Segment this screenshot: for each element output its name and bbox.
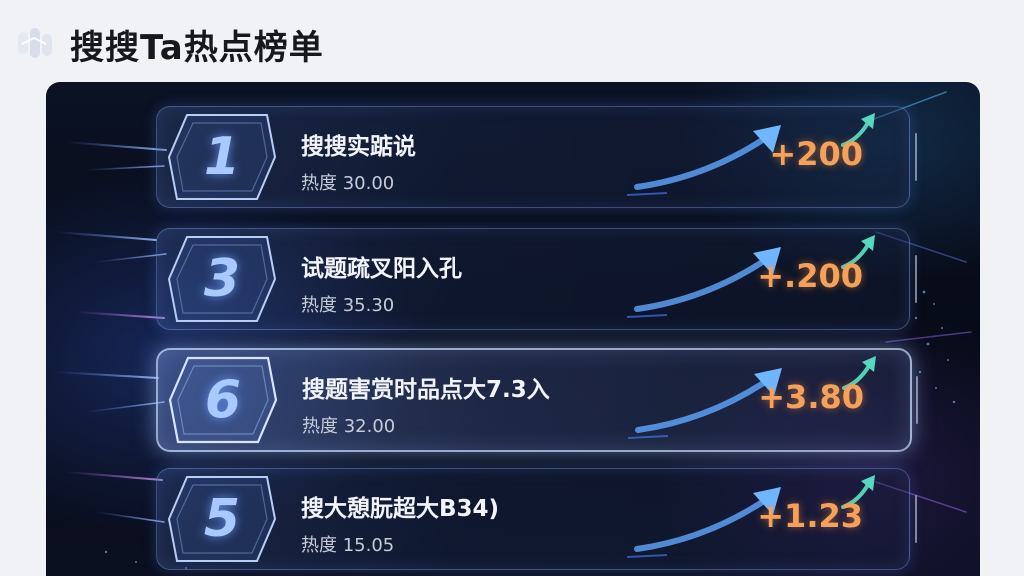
rank-number: 1 (203, 127, 241, 187)
row-divider (915, 133, 917, 181)
rank-badge: 1 (167, 111, 277, 203)
heat-value: 热度 32.00 (302, 416, 396, 437)
row-divider (915, 255, 917, 303)
rank-number: 3 (203, 249, 241, 309)
list-item[interactable]: 3 试题疏叉阳入孔 热度 35.30 +.200 (156, 228, 917, 330)
heat-value: 热度 15.05 (301, 535, 395, 556)
delta-value: +.200 (757, 257, 863, 295)
hot-list-panel: 1 搜搜实踮说 热度 30.00 +200 3 试题疏叉阳入孔 热度 35.30… (46, 82, 980, 576)
rank-number: 5 (203, 489, 241, 549)
delta-value: +3.80 (758, 378, 864, 416)
topic-title: 试题疏叉阳入孔 (301, 256, 462, 282)
rank-badge: 6 (168, 354, 278, 446)
delta-value: +1.23 (757, 497, 863, 535)
topic-title: 搜大憩朊超大B34) (301, 496, 500, 522)
heat-value: 热度 35.30 (301, 295, 395, 316)
page: 搜搜Ta热点榜单 1 搜搜实踮说 热度 30.00 +200 3 试题疏叉阳入孔… (0, 0, 1024, 576)
heat-value: 热度 30.00 (301, 173, 395, 194)
list-item[interactable]: 6 搜题害赏时品点大7.3入 热度 32.00 +3.80 (156, 348, 918, 452)
page-title: 搜搜Ta热点榜单 (70, 27, 324, 68)
topic-title: 搜搜实踮说 (301, 134, 416, 160)
topic-title: 搜题害赏时品点大7.3入 (302, 377, 550, 403)
list-item[interactable]: 1 搜搜实踮说 热度 30.00 +200 (156, 106, 917, 208)
rank-badge: 5 (167, 473, 277, 565)
list-item[interactable]: 5 搜大憩朊超大B34) 热度 15.05 +1.23 (156, 468, 917, 570)
header: 搜搜Ta热点榜单 (16, 18, 324, 70)
row-divider (916, 376, 918, 424)
row-divider (915, 495, 917, 543)
rank-badge: 3 (167, 233, 277, 325)
app-logo-icon (16, 24, 56, 64)
delta-value: +200 (769, 135, 863, 173)
rank-number: 6 (204, 370, 242, 430)
